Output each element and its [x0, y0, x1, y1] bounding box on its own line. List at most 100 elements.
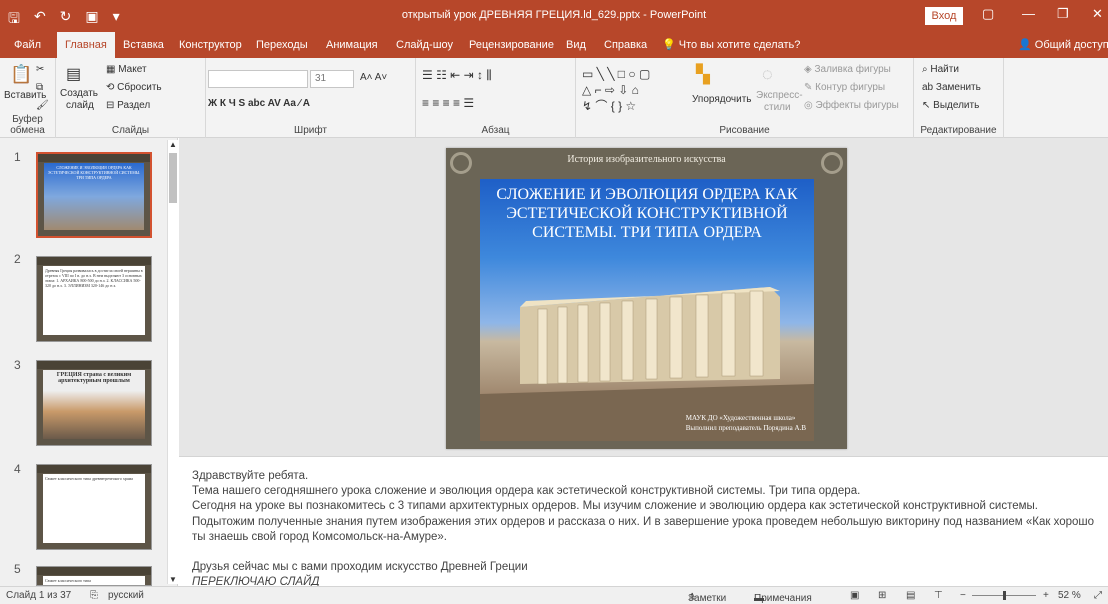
thumb-number: 2 [14, 252, 21, 266]
reading-view-icon[interactable]: ▤ [906, 590, 915, 601]
find-button[interactable]: ⌕ Найти [922, 64, 959, 75]
quick-styles-button-line2[interactable]: стили [764, 102, 791, 113]
slide-sorter-icon[interactable]: ⊞ [878, 590, 886, 601]
tab-slideshow[interactable]: Слайд-шоу [388, 32, 461, 58]
paste-icon[interactable]: 📋 [10, 64, 32, 85]
group-label-clipboard: Буфер обмена [10, 114, 45, 136]
thumbnails-scrollbar[interactable]: ▲ ▼ [167, 140, 178, 584]
scrollbar-thumb[interactable] [169, 153, 177, 203]
slide-counter: Слайд 1 из 37 [6, 590, 72, 601]
reset-button[interactable]: ⟲ Сбросить [106, 82, 162, 93]
share-button[interactable]: 👤 Общий доступ [1010, 32, 1108, 58]
notes-line: Здравствуйте ребята. [192, 470, 309, 482]
spellcheck-icon[interactable]: ⎘ [90, 590, 98, 601]
fit-slide-icon[interactable]: ⤢ [1094, 590, 1102, 601]
increase-font-icon[interactable]: A˄ A˅ [360, 72, 387, 83]
zoom-level[interactable]: 52 % [1058, 590, 1081, 601]
thumb-text: Древняя Греция развивалась в достигла св… [43, 266, 145, 335]
shapes-gallery[interactable]: ▭ ╲ ╲ □ ○ ▢ △ ⌐ ⇨ ⇩ ⌂ ↯ ⌒ { } ☆ [582, 66, 692, 114]
search-icon: ⌕ [922, 64, 928, 75]
notes-pane[interactable]: Здравствуйте ребята. Тема нашего сегодня… [179, 456, 1108, 588]
thumb-number: 5 [14, 562, 21, 576]
tab-view[interactable]: Вид [558, 32, 594, 58]
shape-outline-button[interactable]: ✎ Контур фигуры [804, 82, 885, 93]
replace-button[interactable]: ab Заменить [922, 82, 981, 93]
group-drawing: ▭ ╲ ╲ □ ○ ▢ △ ⌐ ⇨ ⇩ ⌂ ↯ ⌒ { } ☆ ▚ Упорядоч… [576, 58, 914, 138]
scroll-up-icon[interactable]: ▲ [169, 140, 177, 149]
slideshow-icon[interactable]: ⊤ [934, 590, 943, 601]
group-label-drawing: Рисование [719, 125, 770, 136]
slide-thumbnail-3[interactable]: ГРЕЦИЯ страна с великим архитектурным пр… [36, 360, 152, 446]
zoom-in-icon[interactable]: + [1043, 590, 1049, 601]
notes-line [192, 545, 1097, 560]
zoom-slider-handle[interactable] [1003, 591, 1006, 600]
notes-text[interactable]: Здравствуйте ребята. Тема нашего сегодня… [192, 469, 1097, 590]
effects-icon: ◎ [804, 100, 813, 111]
font-name-input[interactable] [208, 70, 308, 88]
ribbon-tabs: Файл Главная Вставка Конструктор Переход… [0, 32, 1108, 58]
select-button[interactable]: ↖ Выделить [922, 100, 979, 111]
font-format-buttons[interactable]: Ж К Ч S abc AV Aa ∕ A [208, 98, 310, 109]
format-painter-icon[interactable]: 🖌 [36, 100, 49, 111]
thumb-text: Сюжет классического типа древнегреческог… [43, 474, 145, 543]
tab-home[interactable]: Главная [57, 32, 115, 58]
ribbon-display-icon[interactable]: ▢ [982, 6, 994, 22]
cursor-icon: ↖ [922, 100, 931, 111]
new-slide-button-line2[interactable]: слайд [66, 100, 94, 111]
group-label-editing: Редактирование [920, 125, 997, 136]
group-label-slides: Слайды [111, 125, 150, 136]
tab-help[interactable]: Справка [596, 32, 655, 58]
tab-file[interactable]: Файл [6, 32, 49, 58]
restore-icon[interactable]: ❐ [1057, 6, 1069, 22]
slide-thumbnail-4[interactable]: Сюжет классического типа древнегреческог… [36, 464, 152, 550]
slide-caption: История изобразительного искусства [567, 154, 726, 165]
group-paragraph: ☰ ☷ ⇤ ⇥ ↕ ⫼ ≡ ≡ ≡ ≡ ☰ Абзац [416, 58, 576, 138]
shape-effects-button[interactable]: ◎ Эффекты фигуры [804, 100, 899, 111]
notes-line: Тема нашего сегодняшнего урока сложение … [192, 485, 861, 498]
slide-thumbnail-5[interactable]: Сюжет классического типа [36, 566, 152, 586]
quick-styles-button[interactable]: Экспресс- [756, 90, 803, 101]
slide-thumbnail-1[interactable]: СЛОЖЕНИЕ И ЭВОЛЮЦИЯ ОРДЕРА КАК ЭСТЕТИЧЕС… [36, 152, 152, 238]
arrange-icon[interactable]: ▚ [696, 64, 710, 85]
quick-styles-icon[interactable]: ◌ [762, 64, 773, 85]
shape-fill-button[interactable]: ◈ Заливка фигуры [804, 64, 891, 75]
tab-review[interactable]: Рецензирование [461, 32, 562, 58]
scroll-down-icon[interactable]: ▼ [169, 575, 177, 584]
list-icons[interactable]: ☰ ☷ ⇤ ⇥ ↕ ⫼ [422, 68, 492, 83]
current-slide[interactable]: История изобразительного искусства СЛОЖЕ… [446, 148, 847, 449]
notes-line: Сегодня на уроке вы познакомитесь с 3 ти… [192, 500, 1095, 543]
layout-button[interactable]: ▦ Макет [106, 64, 147, 75]
slide-author[interactable]: МАУК ДО «Художественная школа» Выполнил … [686, 413, 806, 433]
arrange-button[interactable]: Упорядочить [692, 94, 752, 105]
slide-title[interactable]: СЛОЖЕНИЕ И ЭВОЛЮЦИЯ ОРДЕРА КАК ЭСТЕТИЧЕС… [480, 185, 814, 242]
font-size-input[interactable]: 31 [310, 70, 354, 88]
group-font: 31 A˄ A˅ Ж К Ч S abc AV Aa ∕ A Шрифт [206, 58, 416, 138]
cut-icon[interactable]: ✂ [36, 64, 44, 75]
section-icon: ⊟ [106, 100, 115, 111]
minimize-icon[interactable]: — [1022, 6, 1035, 21]
tab-design[interactable]: Конструктор [171, 32, 250, 58]
tab-transitions[interactable]: Переходы [248, 32, 316, 58]
thumb-text: СЛОЖЕНИЕ И ЭВОЛЮЦИЯ ОРДЕРА КАК ЭСТЕТИЧЕС… [47, 165, 141, 180]
person-icon: 👤 [1018, 39, 1032, 51]
zoom-out-icon[interactable]: − [960, 590, 966, 601]
new-slide-icon[interactable]: ▤ [66, 64, 81, 84]
ribbon: 📋 Вставить ✂ ⧉ 🖌 Буфер обмена ▤ Создать … [0, 58, 1108, 138]
copy-icon[interactable]: ⧉ [36, 82, 43, 93]
reset-icon: ⟲ [106, 82, 115, 93]
new-slide-button[interactable]: Создать [60, 88, 98, 99]
slide-thumbnail-2[interactable]: Древняя Греция развивалась в достигла св… [36, 256, 152, 342]
tell-me-box[interactable]: 💡 Что вы хотите сделать? [654, 32, 808, 58]
close-icon[interactable]: ✕ [1092, 6, 1103, 22]
normal-view-icon[interactable]: ▣ [850, 590, 859, 601]
slide-thumbnails-pane[interactable]: 1 СЛОЖЕНИЕ И ЭВОЛЮЦИЯ ОРДЕРА КАК ЭСТЕТИЧ… [0, 138, 178, 586]
tab-animations[interactable]: Анимация [318, 32, 386, 58]
layout-icon: ▦ [106, 64, 116, 75]
language-indicator[interactable]: русский [108, 590, 144, 601]
align-icons[interactable]: ≡ ≡ ≡ ≡ ☰ [422, 96, 474, 110]
login-button[interactable]: Вход [925, 7, 963, 25]
section-button[interactable]: ⊟ Раздел [106, 100, 150, 111]
status-bar: Слайд 1 из 37 ⎘ русский ≙ Заметки ▬ Прим… [0, 586, 1108, 604]
thumb-number: 3 [14, 358, 21, 372]
tab-insert[interactable]: Вставка [115, 32, 172, 58]
